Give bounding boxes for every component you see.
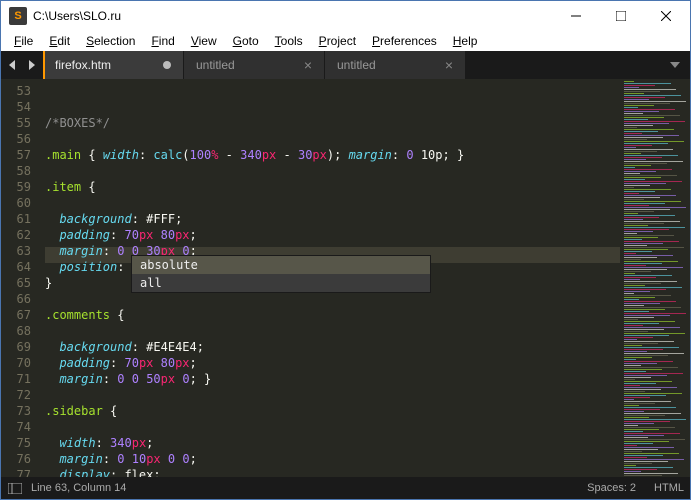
- code-line: margin: 0 10px 0 0;: [45, 451, 620, 467]
- code-line: margin: 0 0 50px 0; }: [45, 371, 620, 387]
- code-line: width: 340px;: [45, 435, 620, 451]
- code-line: padding: 70px 80px;: [45, 227, 620, 243]
- code-line: .sidebar {: [45, 403, 620, 419]
- dirty-indicator-icon: [163, 61, 171, 69]
- menu-tools[interactable]: Tools: [268, 33, 310, 49]
- code-line: display: flex;: [45, 467, 620, 477]
- menu-preferences[interactable]: Preferences: [365, 33, 444, 49]
- close-button[interactable]: [643, 2, 688, 30]
- code-line: [45, 99, 620, 115]
- code-line: background: #FFF;: [45, 211, 620, 227]
- minimize-button[interactable]: [553, 2, 598, 30]
- tab-1[interactable]: untitled ×: [184, 51, 324, 79]
- menu-edit[interactable]: Edit: [42, 33, 77, 49]
- autocomplete-item[interactable]: all: [132, 274, 430, 292]
- nav-arrows: [1, 51, 43, 79]
- titlebar: S C:\Users\SLO.ru: [1, 1, 690, 31]
- code-line: [45, 387, 620, 403]
- nav-forward-icon[interactable]: [23, 57, 39, 73]
- nav-back-icon[interactable]: [5, 57, 21, 73]
- minimap[interactable]: [620, 79, 690, 477]
- menu-file[interactable]: File: [7, 33, 40, 49]
- tab-dropdown-icon[interactable]: [660, 51, 690, 79]
- code-line: background: #E4E4E4;: [45, 339, 620, 355]
- code-line: [45, 131, 620, 147]
- menu-find[interactable]: Find: [144, 33, 181, 49]
- status-position[interactable]: Line 63, Column 14: [31, 482, 126, 494]
- tab-label: untitled: [196, 58, 294, 72]
- tab-close-icon[interactable]: ×: [304, 57, 312, 73]
- code-line: padding: 70px 80px;: [45, 355, 620, 371]
- window-title: C:\Users\SLO.ru: [33, 9, 553, 23]
- menu-selection[interactable]: Selection: [79, 33, 142, 49]
- menu-view[interactable]: View: [184, 33, 224, 49]
- autocomplete-item[interactable]: absolute: [132, 256, 430, 274]
- code-line: [45, 291, 620, 307]
- tab-label: firefox.htm: [55, 58, 153, 72]
- app-icon: S: [9, 7, 27, 25]
- code-line: .comments {: [45, 307, 620, 323]
- code-line: .item {: [45, 179, 620, 195]
- code-line: [45, 323, 620, 339]
- code-line: [45, 195, 620, 211]
- gutter: 5354555657585960616263646566676869707172…: [1, 79, 39, 477]
- code-line: [45, 163, 620, 179]
- tab-label: untitled: [337, 58, 435, 72]
- code-editor[interactable]: /*BOXES*/ .main { width: calc(100% - 340…: [39, 79, 620, 477]
- menu-project[interactable]: Project: [312, 33, 363, 49]
- status-syntax[interactable]: HTML: [654, 482, 684, 494]
- code-line: /*BOXES*/: [45, 115, 620, 131]
- code-line: [45, 419, 620, 435]
- autocomplete-popup[interactable]: absoluteall: [131, 255, 431, 293]
- statusbar: Line 63, Column 14 Spaces: 2 HTML: [1, 477, 690, 499]
- menu-goto[interactable]: Goto: [226, 33, 266, 49]
- maximize-button[interactable]: [598, 2, 643, 30]
- tab-0[interactable]: firefox.htm: [43, 51, 183, 79]
- menubar: FileEditSelectionFindViewGotoToolsProjec…: [1, 31, 690, 51]
- editor-area: 5354555657585960616263646566676869707172…: [1, 79, 690, 477]
- status-indent[interactable]: Spaces: 2: [587, 482, 636, 494]
- code-line: .main { width: calc(100% - 340px - 30px)…: [45, 147, 620, 163]
- sidebar-toggle-icon[interactable]: [7, 481, 23, 495]
- tab-close-icon[interactable]: ×: [445, 57, 453, 73]
- tab-2[interactable]: untitled ×: [325, 51, 465, 79]
- tabbar: firefox.htm untitled × untitled ×: [1, 51, 690, 79]
- menu-help[interactable]: Help: [446, 33, 485, 49]
